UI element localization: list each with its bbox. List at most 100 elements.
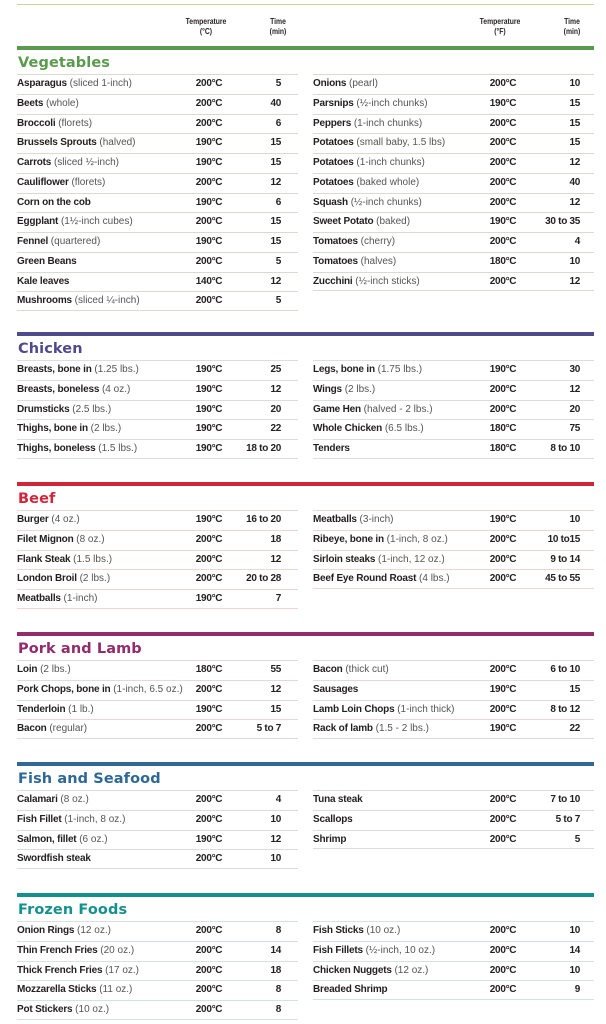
temperature: 200°C: [489, 794, 517, 805]
cook-time: 25: [270, 364, 281, 375]
right-column: Bacon (thick cut) 200°C 6 to 10 Sausages 190…: [313, 660, 594, 739]
food-name: Swordfish steak: [17, 850, 91, 868]
temperature: 190°C: [195, 236, 223, 247]
food-name: Green Beans: [17, 253, 77, 271]
temp-f-unit: (°F): [494, 27, 506, 36]
cook-time: 5: [275, 255, 282, 267]
temperature: 200°C: [195, 295, 223, 307]
food-name: Wings (2 lbs.): [313, 381, 375, 399]
temperature: 180°C: [489, 443, 517, 454]
food-item: Thin French Fries: [17, 944, 98, 956]
food-item: Onions: [313, 78, 347, 89]
food-item: Broccoli: [17, 117, 56, 129]
cook-time: 12: [569, 275, 580, 287]
cook-time: 15: [270, 236, 281, 247]
cook-time: 15: [270, 157, 281, 168]
food-name: Fennel (quartered): [17, 233, 100, 251]
cook-time: 12: [569, 383, 580, 395]
cook-time: 8: [275, 925, 282, 936]
food-note: (whole): [43, 97, 79, 109]
food-item: Sausages: [313, 683, 359, 695]
table-row: Filet Mignon (8 oz.) 200°C 18: [17, 529, 298, 550]
food-name: Sirloin steaks (1-inch, 12 oz.): [313, 551, 445, 569]
food-name: Meatballs (1-inch): [17, 590, 97, 608]
table-row: Thighs, bone in (2 lbs.) 190°C 22: [17, 419, 298, 439]
food-item: Bacon: [313, 664, 343, 675]
food-note: (10 oz.): [72, 1004, 110, 1015]
food-note: (1-inch, 6.5 oz.): [110, 683, 183, 695]
cook-time: 12: [270, 833, 281, 845]
table-row: Salmon, fillet (6 oz.) 190°C 12: [17, 829, 298, 850]
table-row: Kale leaves 140°C 12: [17, 271, 298, 292]
table-row: Game Hen (halved - 2 lbs.) 200°C 20: [313, 399, 594, 420]
food-name: Fish Fillets (½-inch, 10 oz.): [313, 942, 435, 960]
food-note: (4 lbs.): [416, 573, 450, 585]
food-name: Potatoes (1-inch chunks): [313, 154, 425, 172]
temp-c-unit: (°C): [199, 27, 213, 36]
food-name: Brussels Sprouts (halved): [17, 134, 136, 152]
food-note: (½-inch, 10 oz.): [362, 944, 436, 956]
right-column: Tuna steak 200°C 7 to 10 Scallops 200°C 5 to …: [313, 790, 594, 850]
temperature: 180°C: [195, 664, 223, 675]
food-note: (baked): [373, 216, 411, 228]
temperature: 200°C: [489, 275, 517, 287]
cook-time: 15: [569, 683, 580, 695]
temperature: 200°C: [489, 833, 517, 845]
food-name: Chicken Nuggets (12 oz.): [313, 962, 428, 980]
food-name: Tomatoes (cherry): [313, 233, 395, 251]
food-name: Cauliflower (florets): [17, 174, 105, 192]
cook-time: 16 to 20: [246, 514, 281, 525]
food-note: (1-inch): [60, 593, 98, 604]
table-row: Mushrooms (sliced ¼-inch) 200°C 5: [17, 291, 298, 311]
food-note: (halves): [357, 255, 397, 267]
food-note: (halved): [96, 137, 136, 149]
temperature: 200°C: [489, 236, 517, 247]
temperature: 200°C: [195, 813, 223, 825]
food-item: Filet Mignon: [17, 533, 74, 545]
food-note: (6.5 lbs.): [382, 423, 424, 435]
temperature: 200°C: [195, 255, 223, 267]
food-name: Squash (½-inch chunks): [313, 194, 422, 212]
table-row: Beets (whole) 200°C 40: [17, 93, 298, 114]
temperature: 190°C: [195, 593, 223, 604]
cook-time: 45 to 55: [545, 573, 580, 585]
table-row: Calamari (8 oz.) 200°C 4: [17, 790, 298, 810]
food-item: Tenders: [313, 443, 350, 454]
cook-time: 15: [270, 216, 281, 228]
table-row: Carrots (sliced ½-inch) 190°C 15: [17, 153, 298, 173]
table-row: Onion Rings (12 oz.) 200°C 8: [17, 921, 298, 941]
table-row: Meatballs (1-inch) 190°C 7: [17, 589, 298, 609]
cook-time: 22: [569, 723, 580, 735]
food-item: Wings: [313, 383, 342, 395]
food-note: (small baby, 1.5 lbs): [353, 137, 446, 149]
food-note: (1.5 lbs.): [95, 443, 138, 454]
food-name: Calamari (8 oz.): [17, 791, 89, 809]
cook-time: 15: [270, 703, 281, 715]
temperature: 200°C: [489, 533, 517, 545]
left-column: Onion Rings (12 oz.) 200°C 8 Thin French Fr…: [17, 921, 298, 1020]
food-note: (cherry): [357, 236, 396, 247]
temperature: 190°C: [489, 723, 517, 735]
food-note: (1.5 - 2 lbs.): [372, 723, 429, 735]
cook-time: 14: [270, 944, 281, 956]
food-name: Thin French Fries (20 oz.): [17, 942, 134, 960]
temperature: 200°C: [489, 944, 517, 956]
cook-time: 14: [569, 944, 580, 956]
table-row: Wings (2 lbs.) 200°C 12: [313, 379, 594, 400]
food-note: (1.25 lbs.): [91, 364, 139, 375]
food-note: (1-inch chunks): [351, 117, 423, 129]
temperature: 200°C: [195, 1004, 223, 1015]
food-note: (8 oz.): [73, 533, 105, 545]
left-column: Breasts, bone in (1.25 lbs.) 190°C 25 Breas…: [17, 360, 298, 459]
food-note: (2 lbs.): [76, 573, 111, 585]
table-row: Beef Eye Round Roast (4 lbs.) 200°C 45 to …: [313, 569, 594, 589]
food-name: Breasts, bone in (1.25 lbs.): [17, 361, 139, 379]
right-column: Meatballs (3-inch) 190°C 10 Ribeye, bone in…: [313, 510, 594, 589]
section-title: Beef: [18, 491, 56, 507]
food-item: Beets: [17, 97, 44, 109]
time-left-label: Time: [270, 17, 286, 26]
temperature: 180°C: [489, 423, 517, 435]
temperature: 200°C: [489, 403, 517, 415]
left-column: Loin (2 lbs.) 180°C 55 Pork Chops, bone in …: [17, 660, 298, 739]
food-note: (11 oz.): [96, 984, 133, 996]
